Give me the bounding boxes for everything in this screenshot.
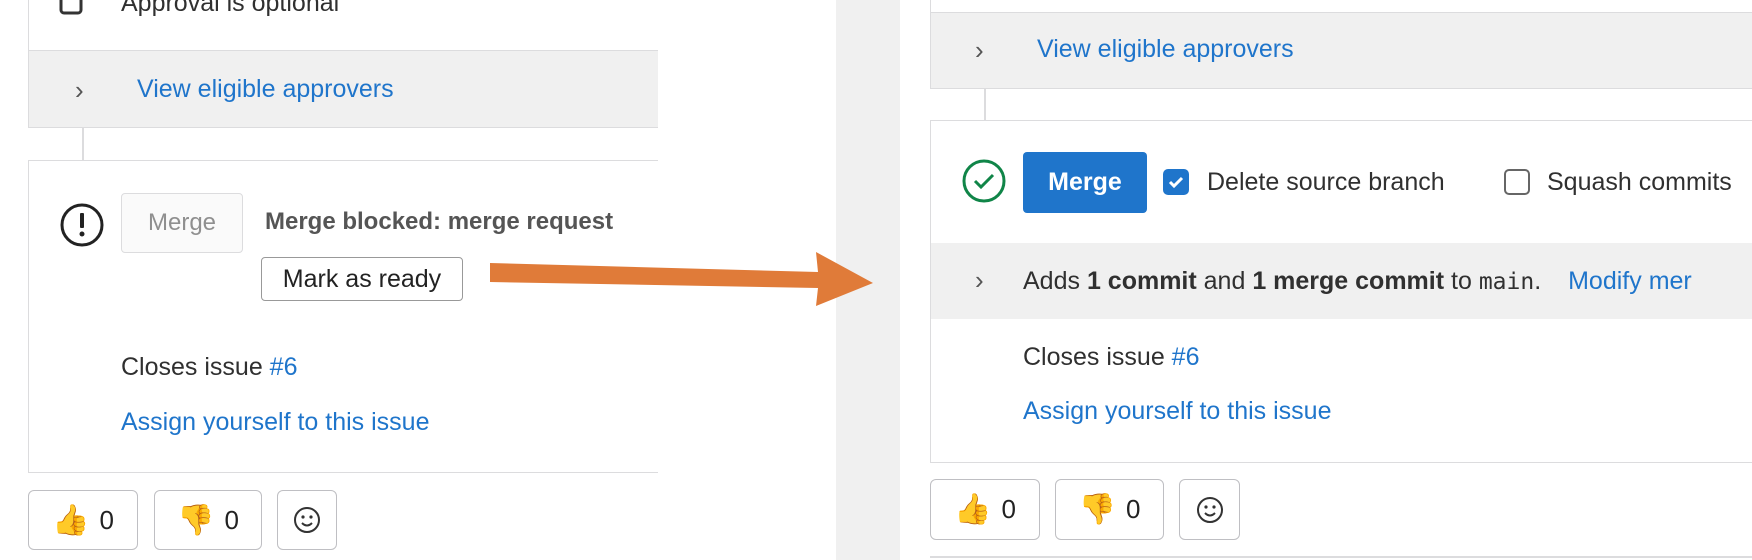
thumbs-down-button[interactable]: 👎 0 — [1055, 479, 1164, 540]
checkmark-icon — [1168, 176, 1184, 189]
chevron-right-icon[interactable]: › — [975, 37, 984, 63]
closes-issue-text: Closes issue #6 — [121, 353, 297, 382]
after-panel: › View eligible approvers Merge Delete s… — [900, 0, 1752, 560]
bottom-divider — [930, 556, 1752, 558]
assign-yourself-link[interactable]: Assign yourself to this issue — [1023, 397, 1331, 426]
approval-text: Approval is optional — [121, 0, 340, 17]
thumbs-up-count: 0 — [1001, 494, 1016, 524]
connector-line — [82, 128, 84, 160]
merge-blocked-text: Merge blocked: merge request — [265, 208, 614, 235]
lock-icon — [59, 0, 83, 15]
arrow-icon — [490, 252, 873, 306]
warning-icon — [60, 203, 104, 247]
commit-summary-text: Adds 1 commit and 1 merge commit to main… — [1023, 267, 1692, 296]
smiley-icon — [294, 507, 320, 533]
adds-text: Adds — [1023, 267, 1087, 295]
merge-commit-count: 1 merge commit — [1252, 267, 1445, 295]
closes-issue-text: Closes issue #6 — [1023, 343, 1199, 372]
commit-count: 1 commit — [1086, 267, 1197, 295]
view-eligible-approvers-link[interactable]: View eligible approvers — [1037, 35, 1294, 64]
target-branch: main — [1478, 269, 1535, 295]
thumbs-down-icon: 👎 — [1078, 493, 1116, 526]
issue-link[interactable]: #6 — [270, 353, 298, 381]
delete-source-branch-checkbox[interactable] — [1163, 169, 1189, 195]
thumbs-up-icon: 👍 — [954, 493, 992, 526]
and-text: and — [1196, 267, 1253, 295]
merge-widget: Merge Delete source branch Squash commit… — [930, 120, 1752, 463]
eligible-approvers-row[interactable]: › View eligible approvers — [28, 50, 658, 128]
thumbs-up-count: 0 — [99, 504, 114, 535]
closes-issue-label: Closes issue — [121, 353, 270, 381]
thumbs-up-button[interactable]: 👍 0 — [28, 490, 138, 550]
thumbs-up-icon: 👍 — [52, 503, 90, 537]
squash-commits-label: Squash commits — [1547, 168, 1732, 196]
thumbs-down-icon: 👎 — [177, 503, 215, 537]
smiley-icon — [1196, 496, 1223, 523]
closes-issue-label: Closes issue — [1023, 343, 1172, 371]
to-text: to — [1444, 267, 1479, 295]
merge-button-disabled[interactable]: Merge — [121, 193, 243, 253]
chevron-right-icon[interactable]: › — [975, 267, 984, 293]
eligible-approvers-row[interactable]: › View eligible approvers — [930, 12, 1752, 89]
approval-row: Approval is optional — [28, 0, 658, 51]
check-circle-icon — [962, 159, 1006, 203]
thumbs-down-count: 0 — [1125, 494, 1141, 524]
add-reaction-button[interactable] — [1179, 479, 1240, 540]
chevron-right-icon[interactable]: › — [75, 77, 84, 103]
period: . — [1534, 267, 1542, 295]
thumbs-down-count: 0 — [224, 504, 239, 535]
commit-summary-row[interactable]: › Adds 1 commit and 1 merge commit to ma… — [931, 243, 1752, 319]
modify-merge-commit-link[interactable]: Modify mer — [1568, 267, 1692, 295]
mark-as-ready-button[interactable]: Mark as ready — [261, 257, 463, 301]
view-eligible-approvers-link[interactable]: View eligible approvers — [137, 75, 394, 104]
thumbs-down-button[interactable]: 👎 0 — [154, 490, 262, 550]
add-reaction-button[interactable] — [277, 490, 337, 550]
issue-link[interactable]: #6 — [1172, 343, 1200, 371]
merge-widget: Merge Merge blocked: merge request Mark … — [28, 160, 658, 473]
thumbs-up-button[interactable]: 👍 0 — [930, 479, 1040, 540]
connector-line — [984, 89, 986, 121]
delete-source-branch-label: Delete source branch — [1207, 168, 1445, 196]
assign-yourself-link[interactable]: Assign yourself to this issue — [121, 408, 429, 437]
merge-button[interactable]: Merge — [1023, 152, 1147, 213]
squash-commits-checkbox[interactable] — [1504, 169, 1530, 195]
